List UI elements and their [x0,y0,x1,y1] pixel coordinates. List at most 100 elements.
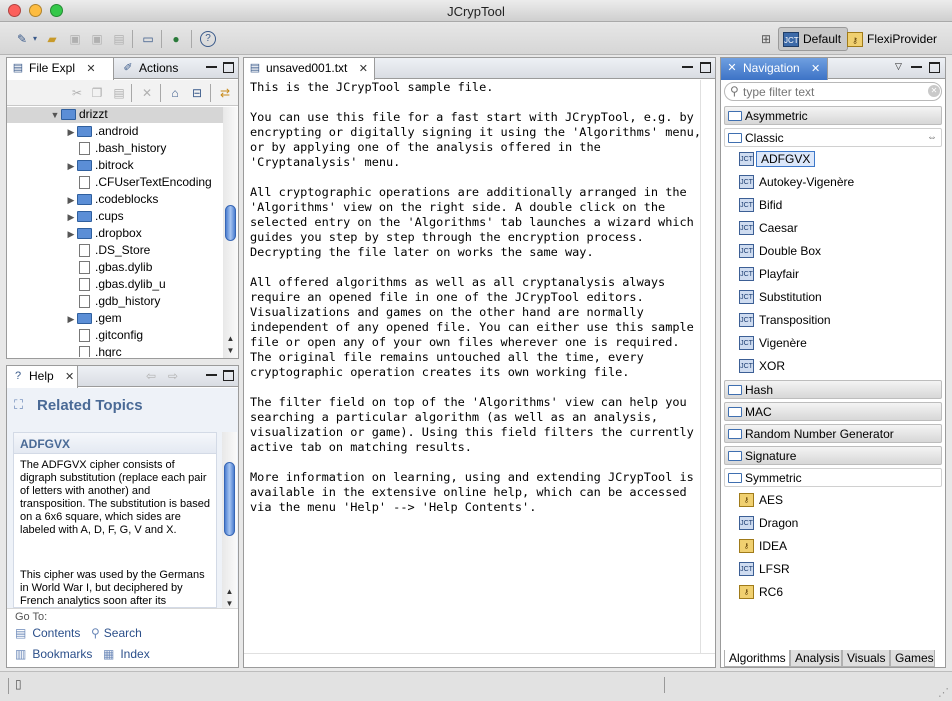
algorithm-item[interactable]: ⚷ AES [739,490,783,510]
close-icon[interactable]: ✕ [811,63,820,75]
scrollbar-thumb[interactable] [224,462,235,536]
collapsed-arrow-icon[interactable]: ▶ [65,311,77,328]
minimize-view-button[interactable] [206,370,217,376]
link-icon[interactable]: ⇄ [217,85,233,101]
open-folder-icon[interactable]: ▰ [44,31,60,47]
category-symmetric[interactable]: Symmetric [724,468,942,487]
tab-algorithms[interactable]: Algorithms [724,650,790,667]
collapsed-arrow-icon[interactable]: ▶ [65,124,77,141]
minimize-view-button[interactable] [682,62,693,68]
minimize-view-button[interactable] [206,62,217,68]
view-menu-icon[interactable]: ▽ [893,62,904,73]
tree-item[interactable]: ▶ .dropbox [7,225,142,242]
algorithm-item[interactable]: JCT Playfair [739,264,799,284]
save-as-icon[interactable]: ▣ [89,31,105,47]
close-icon[interactable]: ✕ [86,63,95,75]
category-asymmetric[interactable]: Asymmetric [724,106,942,125]
tab-help[interactable]: ? Help ✕ [6,366,78,388]
perspective-flexiprovider[interactable]: ⚷ FlexiProvider [842,27,944,51]
tree-item[interactable]: ▶ .cups [7,208,124,225]
category-random-number-generator[interactable]: Random Number Generator [724,424,942,443]
tab-games[interactable]: Games [890,650,935,667]
bookmarks-link[interactable]: ▥ Bookmarks [15,647,92,661]
algorithm-item[interactable]: ⚷ RC6 [739,582,783,602]
minimize-view-button[interactable] [911,62,922,68]
search-link[interactable]: ⚲ Search [91,626,142,640]
editor-vertical-scrollbar[interactable] [700,80,715,653]
filter-text-field[interactable] [743,84,923,99]
tree-item[interactable]: ▶ .bitrock [7,157,134,174]
print-icon[interactable]: ▤ [111,31,127,47]
algorithm-item[interactable]: JCT Dragon [739,513,798,533]
tree-item[interactable]: .gbas.dylib_u [7,276,166,293]
close-icon[interactable]: ✕ [65,371,74,383]
tree-root[interactable]: ▼ drizzt [7,107,223,123]
algorithm-item[interactable]: JCT Bifid [739,195,782,215]
perspective-default[interactable]: JCT Default [778,27,849,51]
collapsed-arrow-icon[interactable]: ▶ [65,158,77,175]
tree-item[interactable]: .DS_Store [7,242,150,259]
collapsed-arrow-icon[interactable]: ▶ [65,209,77,226]
filter-input[interactable]: ⚲ ✕ [724,82,942,101]
scroll-up-arrow[interactable]: ▲ [223,333,238,345]
globe-icon[interactable]: ● [168,31,184,47]
tree-item[interactable]: .gitconfig [7,327,143,344]
algorithm-item[interactable]: JCT Autokey-Vigenère [739,172,854,192]
tree-item[interactable]: .gdb_history [7,293,160,310]
resize-grip-icon[interactable]: ⋰ [938,686,949,699]
copy-icon[interactable]: ❐ [89,85,105,101]
close-icon[interactable]: ✕ [359,63,368,75]
paste-icon[interactable]: ▤ [111,85,127,101]
category-mac[interactable]: MAC [724,402,942,421]
algorithm-item[interactable]: JCT Caesar [739,218,798,238]
algorithm-item[interactable]: JCT ADFGVX [739,149,816,169]
tab-editor-file[interactable]: ▤ unsaved001.txt ✕ [243,58,375,80]
category-classic[interactable]: Classic ⇔ [724,128,942,147]
collapsed-arrow-icon[interactable]: ▶ [65,192,77,209]
maximize-view-button[interactable] [700,62,711,73]
algorithm-item[interactable]: JCT Transposition [739,310,831,330]
collapsed-arrow-icon[interactable]: ▶ [65,226,77,243]
tab-file-explorer[interactable]: ▤ File Expl ✕ [6,58,114,80]
clear-icon[interactable]: ✕ [928,85,940,97]
category-signature[interactable]: Signature [724,446,942,465]
algorithm-item[interactable]: ⚷ IDEA [739,536,787,556]
fast-view-icon[interactable]: ▯ [15,677,22,691]
chevron-down-icon[interactable]: ▾ [30,31,40,47]
scroll-up-arrow[interactable]: ▲ [222,586,237,598]
tab-analysis[interactable]: Analysis [790,650,842,667]
tab-visuals[interactable]: Visuals [842,650,890,667]
tools-icon[interactable]: ✂ [69,85,85,101]
save-icon[interactable]: ▣ [67,31,83,47]
tree-item[interactable]: .bash_history [7,140,166,157]
index-link[interactable]: ▦ Index [103,647,150,661]
maximize-view-button[interactable] [223,370,234,381]
collapse-all-icon[interactable]: ⊟ [189,85,205,101]
editor-horizontal-scrollbar[interactable] [244,653,715,667]
contents-link[interactable]: ▤ Contents [15,626,80,640]
tree-item[interactable]: ▶ .android [7,123,139,141]
forward-arrow-icon[interactable]: ⇨ [165,368,181,384]
algorithm-item[interactable]: JCT Substitution [739,287,822,307]
algorithm-item[interactable]: JCT LFSR [739,559,790,579]
maximize-view-button[interactable] [223,62,234,73]
editor-text-area[interactable]: This is the JCrypTool sample file. You c… [250,80,701,515]
help-icon[interactable]: ? [200,31,216,47]
back-arrow-icon[interactable]: ⇦ [143,368,159,384]
tab-navigation[interactable]: ✕ Navigation ✕ [720,58,828,80]
scrollbar-thumb[interactable] [225,205,236,241]
algorithm-item[interactable]: JCT Double Box [739,241,821,261]
tab-actions[interactable]: ✐ Actions [117,58,184,79]
tree-item[interactable]: .gbas.dylib [7,259,152,276]
tree-item[interactable]: .hgrc [7,344,122,357]
home-icon[interactable]: ⌂ [167,85,183,101]
collapse-icon[interactable]: ⇔ [927,129,937,147]
new-file-icon[interactable]: ✎ [14,31,30,47]
file-tree-scrollbar[interactable]: ▲ ▼ [223,107,238,358]
open-perspective-icon[interactable]: ⊞ [758,31,774,47]
delete-icon[interactable]: ✕ [139,85,155,101]
algorithm-item[interactable]: JCT Vigenère [739,333,807,353]
console-icon[interactable]: ▭ [140,31,156,47]
tree-item[interactable]: .CFUserTextEncoding [7,174,212,191]
tree-item[interactable]: ▶ .codeblocks [7,191,159,209]
